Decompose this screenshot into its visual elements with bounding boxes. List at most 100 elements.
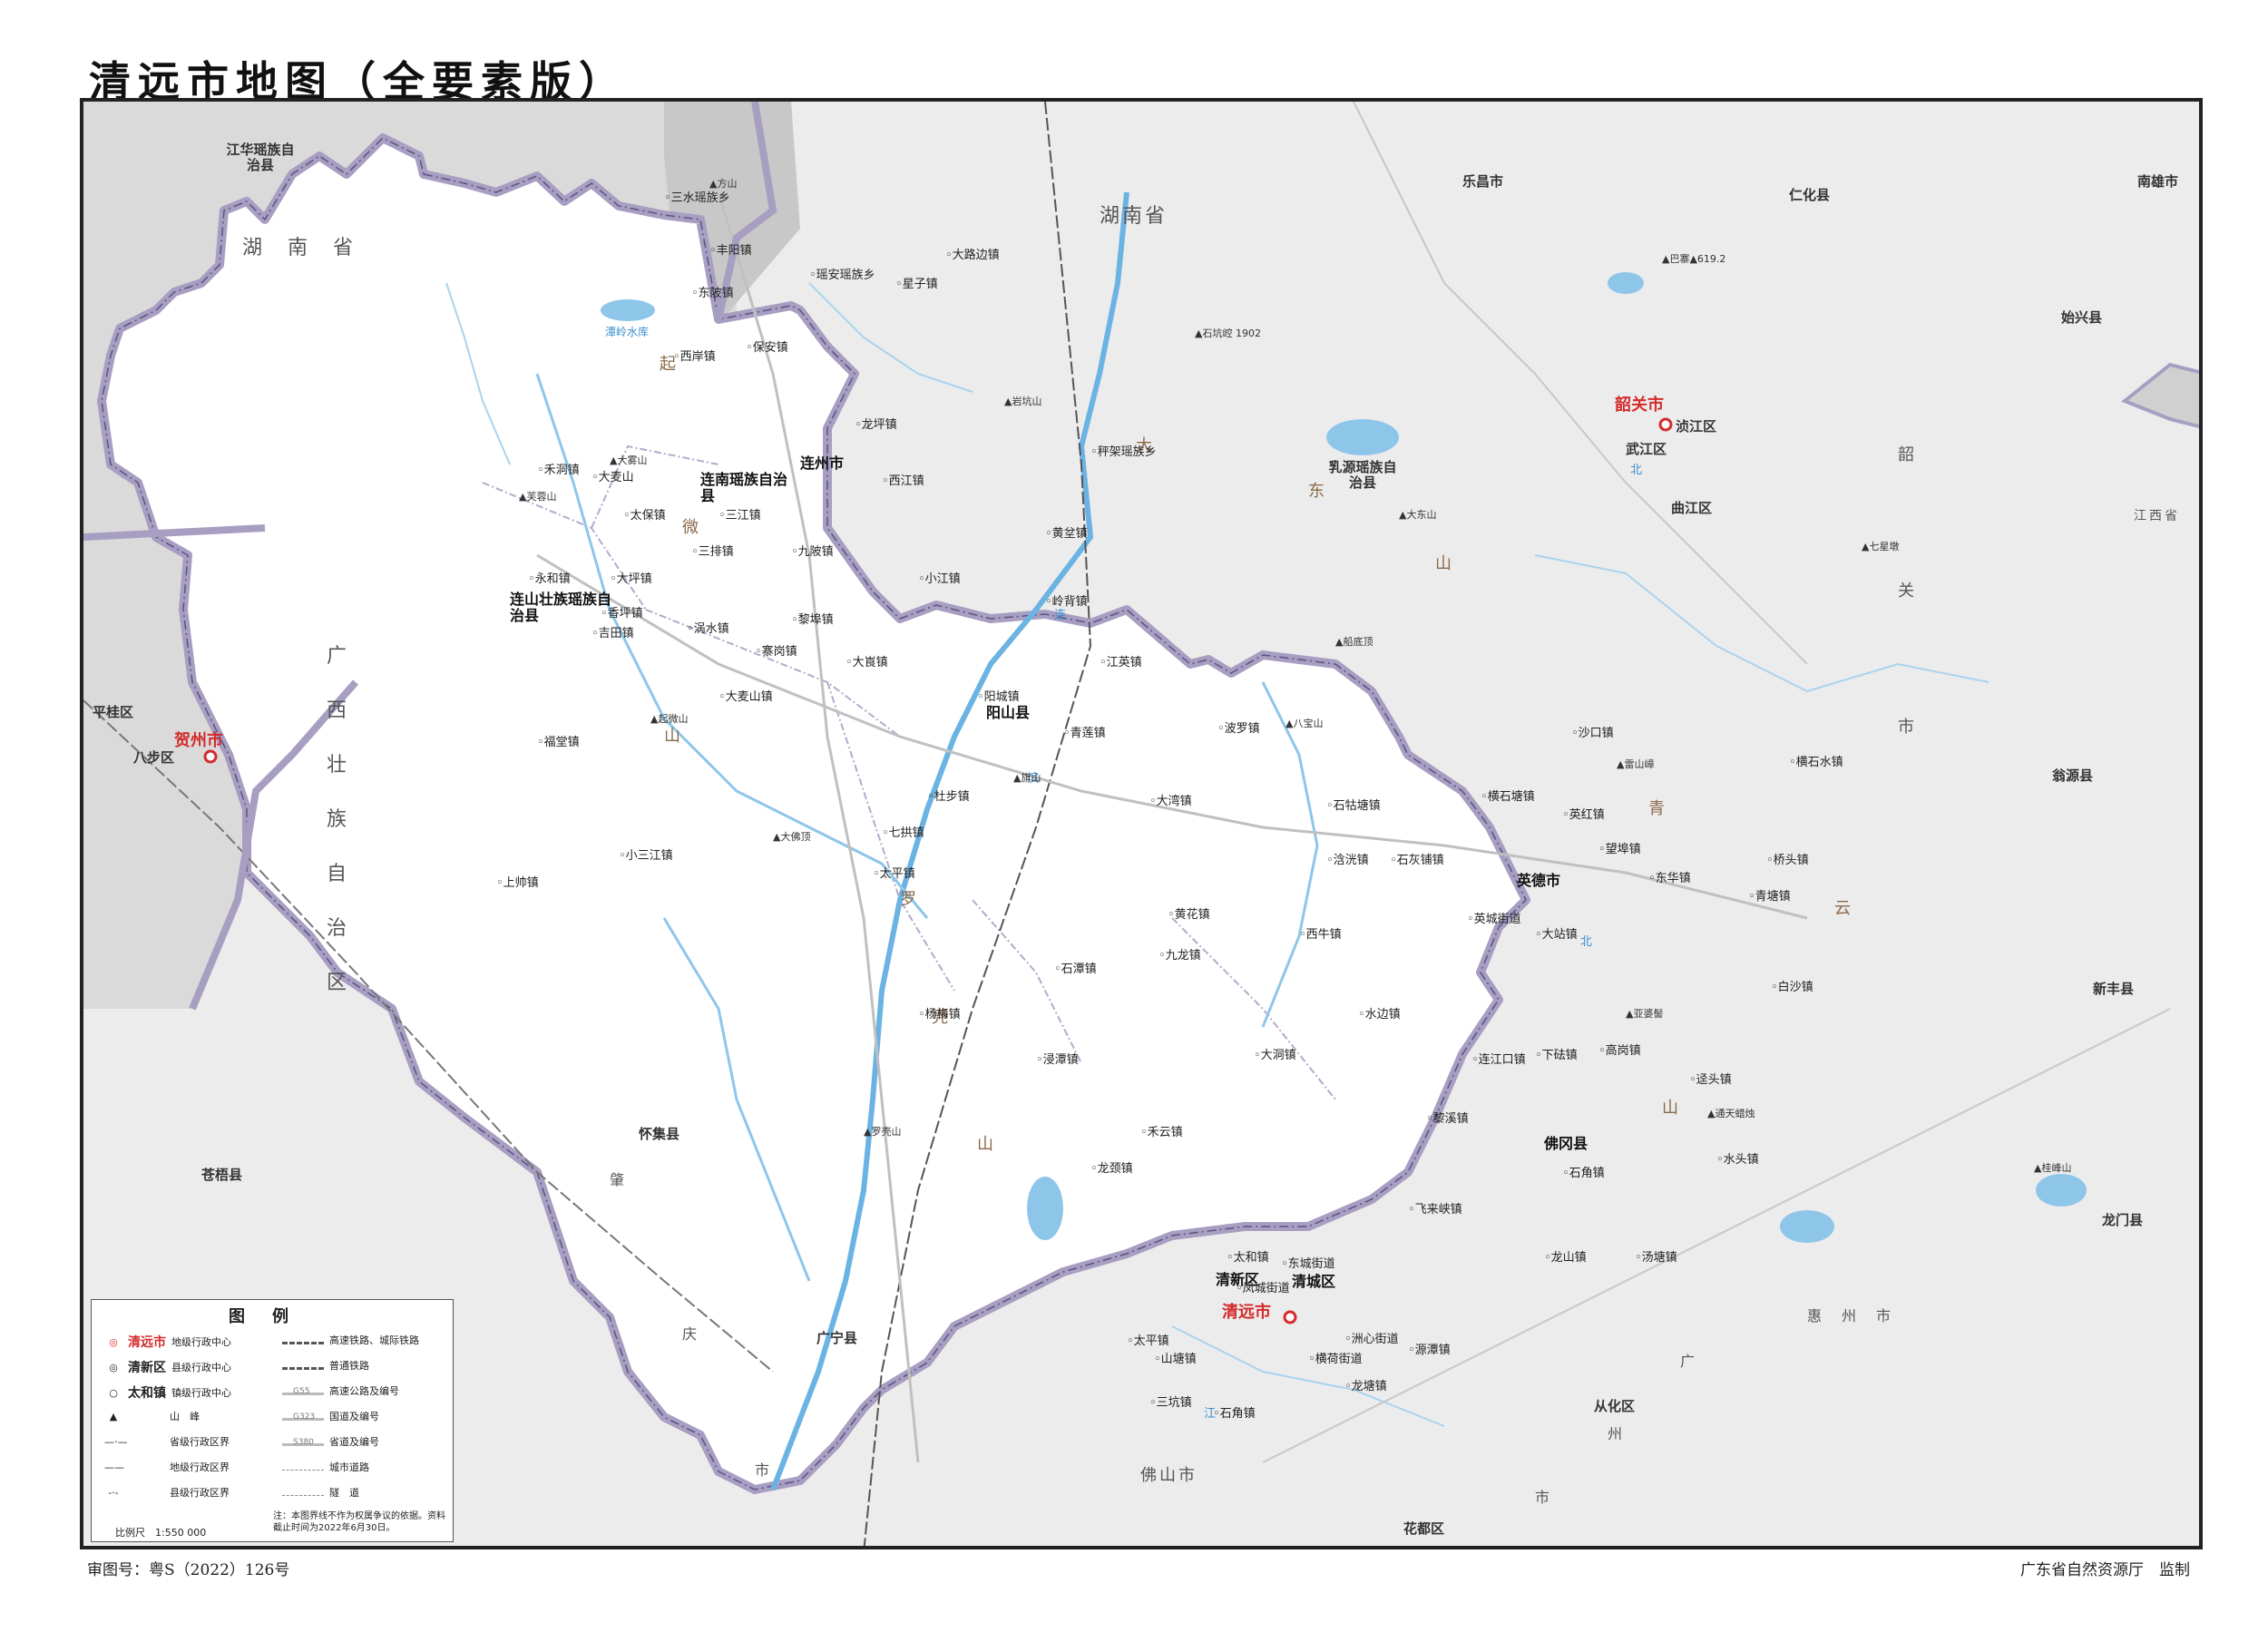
town-label[interactable]: ◦九陂镇 [791,545,834,559]
county-fogang[interactable]: 佛冈县 [1544,1136,1588,1152]
town-label[interactable]: ◦黎埠镇 [791,613,834,627]
legend-symbol-peak: ▲ [109,1410,118,1422]
city-shaoguan[interactable]: 韶关市 [1615,396,1664,415]
town-label[interactable]: ◦石牯塘镇 [1326,799,1381,813]
town-label[interactable]: ◦瑶安瑶族乡 [809,269,875,282]
town-label[interactable]: ◦龙山镇 [1544,1251,1587,1265]
legend-symbol-cty: -·- [108,1486,119,1499]
town-label[interactable]: ◦石灰铺镇 [1390,854,1444,867]
town-label[interactable]: ◦龙塘镇 [1344,1380,1387,1393]
town-label[interactable]: ◦星子镇 [895,278,938,291]
county-yangshan[interactable]: 阳山县 [986,705,1030,721]
town-label[interactable]: ◦小江镇 [918,572,961,586]
town-label[interactable]: ◦大湾镇 [1149,795,1192,808]
town-label[interactable]: ◦寨岗镇 [755,645,797,659]
town-label[interactable]: ◦龙颈镇 [1090,1162,1133,1176]
town-label[interactable]: ◦上帅镇 [496,876,539,890]
town-label[interactable]: ◦水边镇 [1358,1008,1401,1021]
town-label[interactable]: ◦杨梅镇 [918,1008,961,1021]
legend-line-item: 城市道路 [282,1460,369,1474]
town-label[interactable]: ◦三排镇 [691,545,734,559]
town-label[interactable]: ◦大站镇 [1535,928,1578,942]
town-label[interactable]: ◦大洞镇 [1254,1049,1296,1062]
town-label[interactable]: ◦大坪镇 [610,572,652,586]
town-label[interactable]: ◦水头镇 [1716,1153,1759,1167]
town-label[interactable]: ◦沙口镇 [1571,727,1614,740]
town-label[interactable]: ◦香坪镇 [601,607,643,621]
town-label[interactable]: ◦龙坪镇 [855,418,897,432]
town-label[interactable]: ◦大麦山 [591,471,634,484]
town-label[interactable]: ◦青莲镇 [1063,727,1106,740]
town-label[interactable]: ◦岭背镇 [1045,595,1088,609]
town-label[interactable]: ◦横石塘镇 [1481,790,1535,804]
town-label[interactable]: ◦福堂镇 [537,736,580,749]
town-label[interactable]: ◦西牛镇 [1299,928,1342,942]
town-label[interactable]: ◦永和镇 [528,572,571,586]
town-label[interactable]: ◦阳城镇 [977,690,1020,704]
county-qingcheng[interactable]: 清城区 [1292,1274,1335,1290]
town-label[interactable]: ◦石角镇 [1213,1407,1256,1421]
town-label[interactable]: ◦飞来峡镇 [1408,1203,1462,1217]
town-label[interactable]: ◦桥头镇 [1766,854,1809,867]
county-liannan[interactable]: 连南瑶族自治县 [700,472,800,503]
town-label[interactable]: ◦黄花镇 [1168,908,1210,922]
town-label[interactable]: ◦迳头镇 [1689,1073,1732,1087]
town-label[interactable]: ◦高岗镇 [1598,1044,1641,1058]
town-label[interactable]: ◦秤架瑶族乡 [1090,445,1157,459]
town-label[interactable]: ◦东陂镇 [691,287,734,300]
county-lianzhou[interactable]: 连州市 [800,455,844,472]
town-label[interactable]: ◦大麦山镇 [719,690,773,704]
town-label[interactable]: ◦下砝镇 [1535,1049,1578,1062]
town-label[interactable]: ◦涡水镇 [687,622,729,636]
town-label[interactable]: ◦大崀镇 [846,656,888,670]
town-label[interactable]: ◦横石水镇 [1789,756,1843,769]
county-yingde[interactable]: 英德市 [1517,873,1560,889]
town-label[interactable]: ◦望埠镇 [1598,843,1641,856]
town-label[interactable]: ◦英城街道 [1467,913,1521,926]
town-label[interactable]: ◦石潭镇 [1054,963,1097,976]
town-label[interactable]: ◦波罗镇 [1217,722,1260,736]
town-label[interactable]: ◦浸潭镇 [1036,1053,1079,1067]
town-label[interactable]: ◦三水瑶族乡 [664,191,730,205]
town-label[interactable]: ◦洲心街道 [1344,1333,1399,1346]
town-label[interactable]: ◦西江镇 [882,474,924,488]
town-label[interactable]: ◦太和镇 [1227,1251,1269,1265]
town-label[interactable]: ◦太平镇 [1127,1334,1169,1348]
town-label[interactable]: ◦丰阳镇 [709,244,752,258]
town-label[interactable]: ◦禾洞镇 [537,464,580,477]
town-label[interactable]: ◦西岸镇 [673,350,716,364]
town-label[interactable]: ◦三坑镇 [1149,1396,1192,1410]
town-label[interactable]: ◦白沙镇 [1771,981,1813,994]
town-label[interactable]: ◦东华镇 [1648,872,1691,885]
town-label[interactable]: ◦汤塘镇 [1635,1251,1677,1265]
legend-line-desc: 城市道路 [329,1461,369,1473]
town-label[interactable]: ◦横荷街道 [1308,1353,1363,1366]
town-label[interactable]: ◦三江镇 [719,509,761,523]
town-label[interactable]: ◦浛洸镇 [1326,854,1369,867]
town-label[interactable]: ◦太平镇 [873,867,915,881]
town-label[interactable]: ◦江英镇 [1100,656,1142,670]
town-label[interactable]: ◦东城街道 [1281,1257,1335,1271]
town-label[interactable]: ◦凤城街道 [1236,1282,1290,1295]
town-label[interactable]: ◦源潭镇 [1408,1344,1451,1357]
town-label[interactable]: ◦禾云镇 [1140,1126,1183,1139]
town-label[interactable]: ◦杜步镇 [927,790,970,804]
map-frame[interactable]: 湖 南 省 湖南省 江西省 佛山市 惠 州 市 广 西 壮 族 自 治 区 韶 … [80,98,2203,1549]
town-label[interactable]: ◦大路边镇 [945,249,1000,262]
town-label[interactable]: ◦连江口镇 [1471,1053,1526,1067]
town-label[interactable]: ◦七拱镇 [882,826,924,840]
town-label[interactable]: ◦九龙镇 [1158,949,1201,963]
town-label[interactable]: ◦保安镇 [746,341,788,355]
city-hezhou[interactable]: 贺州市 [174,732,223,750]
town-label[interactable]: ◦青塘镇 [1748,890,1791,904]
town-label[interactable]: ◦吉田镇 [591,627,634,640]
town-label[interactable]: ◦山塘镇 [1154,1353,1197,1366]
town-label[interactable]: ◦英红镇 [1562,808,1605,822]
town-label[interactable]: ◦黎溪镇 [1426,1112,1469,1126]
town-label[interactable]: ◦石角镇 [1562,1167,1605,1180]
town-label[interactable]: ◦小三江镇 [619,849,673,863]
town-label[interactable]: ◦太保镇 [623,509,666,523]
city-qingyuan[interactable]: 清远市 [1222,1304,1271,1322]
town-label[interactable]: ◦黄坌镇 [1045,527,1088,541]
neighbor-ruyuan: 乳源瑶族自治县 [1328,459,1397,491]
